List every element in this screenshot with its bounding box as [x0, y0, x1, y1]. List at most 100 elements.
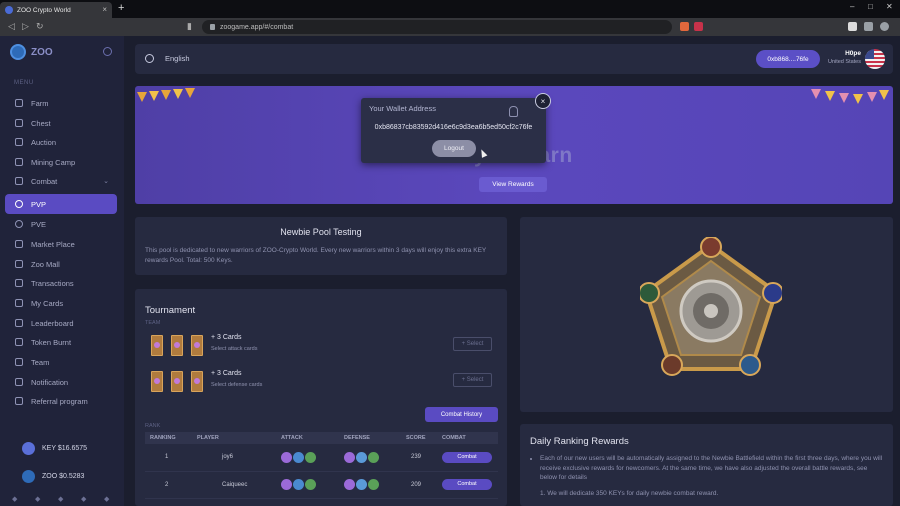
- tournament-card: Tournament TEAM + 3 Cards Select attack …: [135, 289, 507, 506]
- key-balance: KEY $16.6575: [22, 442, 87, 455]
- defense-cards-cell: [339, 471, 401, 499]
- extensions-icon[interactable]: [864, 22, 873, 31]
- sidebar-item-label: Team: [31, 357, 50, 367]
- sidebar-item-market-place[interactable]: Market Place: [5, 234, 117, 254]
- forward-button[interactable]: ▷: [22, 21, 29, 32]
- new-tab-button[interactable]: +: [118, 2, 124, 14]
- url-text: zoogame.app/#/combat: [220, 23, 294, 31]
- chevron-down-icon: ⌄: [103, 178, 109, 185]
- telegram-icon[interactable]: ◆: [35, 495, 40, 503]
- wallet-address-text[interactable]: 0xb86837cb83592d416e6c9d3ea6b5ed50cf2c76…: [361, 124, 546, 131]
- daily-rewards-item-1: 1. We will dedicate 350 KEYs for daily n…: [540, 490, 719, 497]
- defense-card-slot[interactable]: [191, 371, 203, 392]
- attack-card-slot[interactable]: [171, 335, 183, 356]
- sidebar-item-combat[interactable]: Combat ⌄: [5, 171, 117, 191]
- zoo-balance-text: ZOO $0.5283: [42, 473, 85, 480]
- user-name: H0pe: [845, 50, 861, 57]
- sidebar-item-mining-camp[interactable]: Mining Camp: [5, 152, 117, 172]
- sidebar-item-pve[interactable]: PVE: [5, 214, 117, 234]
- swords-icon: [15, 177, 23, 185]
- sidebar-item-label: Market Place: [31, 239, 75, 249]
- brand-name: ZOO: [31, 46, 53, 58]
- user-plus-icon: [15, 397, 23, 405]
- menu-heading: MENU: [14, 80, 34, 86]
- sidebar-item-pvp[interactable]: PVP: [5, 194, 117, 214]
- combat-history-button[interactable]: Combat History: [425, 407, 498, 422]
- defense-card-slot[interactable]: [151, 371, 163, 392]
- tab-close-icon[interactable]: ×: [102, 5, 107, 14]
- sidebar: ZOO MENU Farm Chest Auction Mining Camp …: [0, 36, 124, 506]
- wallet-address-button[interactable]: 0xb868....76fe: [756, 50, 820, 68]
- ranking-table: RANKING PLAYER ATTACK DEFENSE SCORE COMB…: [145, 432, 498, 499]
- popup-close-button[interactable]: ×: [535, 93, 551, 109]
- maximize-button[interactable]: □: [868, 2, 873, 11]
- us-flag-avatar[interactable]: [865, 49, 885, 69]
- address-bar[interactable]: zoogame.app/#/combat: [202, 20, 672, 34]
- daily-rewards-title: Daily Ranking Rewards: [530, 436, 629, 447]
- sidebar-item-notification[interactable]: Notification: [5, 372, 117, 392]
- sidebar-item-zoo-mall[interactable]: Zoo Mall: [5, 254, 117, 274]
- gavel-icon: [15, 138, 23, 146]
- bookmark-icon[interactable]: ▮: [187, 21, 192, 32]
- logout-button[interactable]: Logout: [432, 140, 476, 157]
- sidebar-item-transactions[interactable]: Transactions: [5, 273, 117, 293]
- col-ranking: RANKING: [145, 432, 192, 444]
- key-coin-icon: [22, 442, 35, 455]
- user-country: United States: [827, 59, 861, 65]
- wallet-extension-icon[interactable]: [848, 22, 857, 31]
- sidebar-item-team[interactable]: Team: [5, 352, 117, 372]
- daily-rewards-list: Each of our new users will be automatica…: [540, 454, 885, 486]
- wallet-address-popup: Your Wallet Address 0xb86837cb83592d416e…: [361, 98, 546, 163]
- browser-tab[interactable]: ZOO Crypto World ×: [0, 2, 112, 18]
- chest-icon: [15, 119, 23, 127]
- menu-icon[interactable]: [880, 22, 889, 31]
- cube-icon: [15, 299, 23, 307]
- attack-card-slot[interactable]: [151, 335, 163, 356]
- close-window-button[interactable]: ✕: [886, 2, 893, 11]
- select-attack-button[interactable]: + Select: [453, 337, 492, 351]
- attack-cards-cell: [276, 444, 339, 472]
- language-selector[interactable]: English: [165, 54, 190, 63]
- defense-cards-cell: [339, 444, 401, 472]
- team-label: TEAM: [145, 320, 161, 326]
- sidebar-item-label: My Cards: [31, 298, 64, 308]
- minimize-button[interactable]: –: [850, 2, 854, 11]
- view-rewards-button[interactable]: View Rewards: [479, 177, 547, 192]
- tournament-title: Tournament: [145, 305, 196, 316]
- popup-title: Your Wallet Address: [369, 104, 436, 113]
- combat-button[interactable]: Combat: [442, 479, 492, 490]
- discord-icon[interactable]: ◆: [81, 495, 86, 503]
- medium-icon[interactable]: ◆: [58, 495, 63, 503]
- back-button[interactable]: ◁: [8, 21, 15, 32]
- youtube-icon[interactable]: ◆: [104, 495, 109, 503]
- sidebar-item-token-burnt[interactable]: Token Burnt: [5, 332, 117, 352]
- select-defense-button[interactable]: + Select: [453, 373, 492, 387]
- sidebar-item-my-cards[interactable]: My Cards: [5, 293, 117, 313]
- reload-button[interactable]: ↻: [36, 21, 44, 32]
- combat-button[interactable]: Combat: [442, 451, 492, 463]
- attack-cards-hint: Select attack cards: [211, 346, 258, 352]
- sidebar-item-leaderboard[interactable]: Leaderboard: [5, 313, 117, 333]
- sidebar-item-farm[interactable]: Farm: [5, 93, 117, 113]
- settings-gear-icon[interactable]: [103, 47, 112, 56]
- sidebar-item-chest[interactable]: Chest: [5, 113, 117, 133]
- brave-rewards-icon[interactable]: [694, 22, 703, 31]
- twitter-icon[interactable]: ◆: [12, 495, 17, 503]
- zoo-logo-icon: [10, 44, 26, 60]
- brave-shield-icon[interactable]: [680, 22, 689, 31]
- sidebar-item-label: Leaderboard: [31, 318, 74, 328]
- defense-card-slot[interactable]: [171, 371, 183, 392]
- attack-card-slot[interactable]: [191, 335, 203, 356]
- top-header: English 0xb868....76fe H0pe United State…: [135, 44, 893, 74]
- token-icon: [15, 338, 23, 346]
- combat-cell: Combat: [437, 444, 498, 472]
- users-icon: [15, 358, 23, 366]
- theme-sun-icon[interactable]: [145, 54, 154, 63]
- brand[interactable]: ZOO: [10, 44, 53, 60]
- sidebar-item-referral-program[interactable]: Referral program: [5, 391, 117, 411]
- player-cell: Caiqueec: [192, 471, 276, 499]
- lock-icon: [210, 24, 215, 30]
- sidebar-item-label: Chest: [31, 118, 51, 128]
- browser-toolbar: ◁ ▷ ↻ ▮ zoogame.app/#/combat: [0, 18, 900, 36]
- sidebar-item-auction[interactable]: Auction: [5, 132, 117, 152]
